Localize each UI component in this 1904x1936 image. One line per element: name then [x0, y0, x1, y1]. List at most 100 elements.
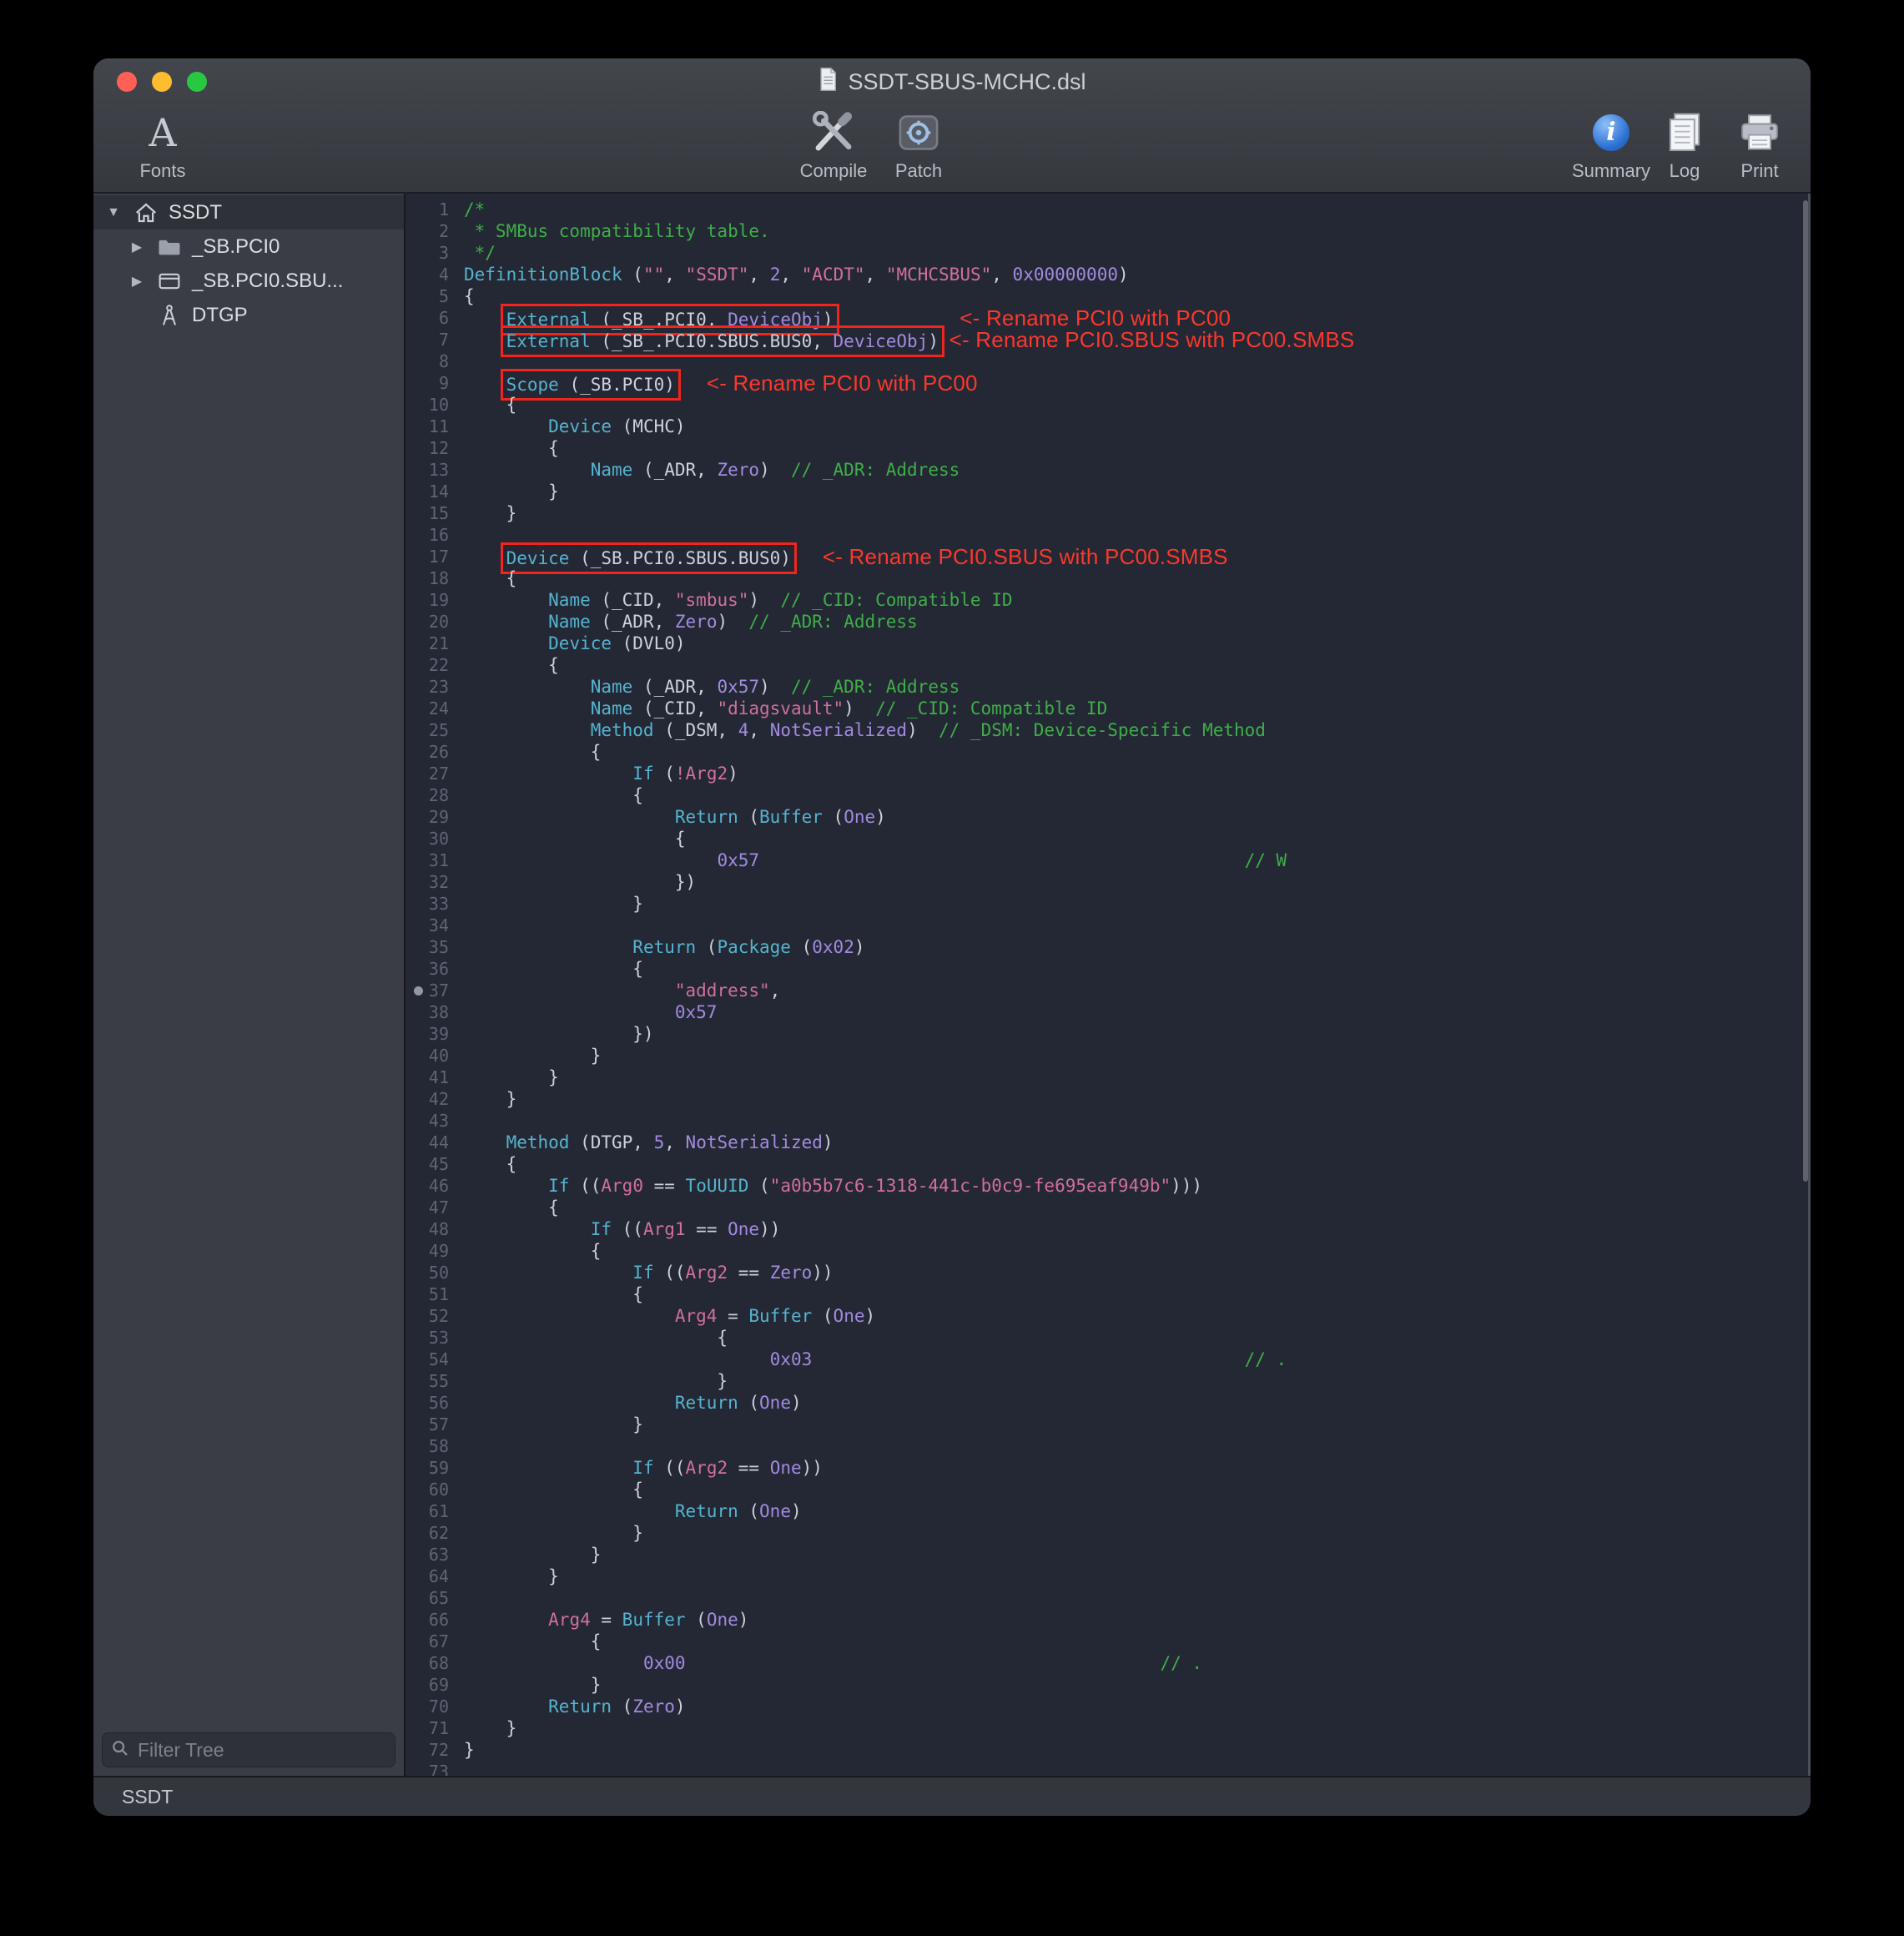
titlebar[interactable]: SSDT-SBUS-MCHC.dsl	[93, 58, 1811, 105]
tree-item--sb-pci0[interactable]: ▶_SB.PCI0	[93, 229, 404, 264]
disclosure-open-icon[interactable]: ▼	[103, 205, 123, 220]
line-marker-dot	[414, 986, 423, 996]
patch-button[interactable]: Patch	[873, 105, 965, 182]
code-token-kw: If	[548, 1176, 569, 1196]
filter-tree-wrap	[93, 1726, 404, 1776]
code-token-pl	[675, 375, 707, 395]
code-token-pl: {	[464, 1154, 516, 1174]
code-token-pl: (DTGP,	[569, 1132, 653, 1152]
compile-button[interactable]: Compile	[788, 105, 879, 182]
code-token-pl: }	[464, 1675, 601, 1695]
fonts-label: Fonts	[139, 160, 185, 182]
code-line-text: "address",	[464, 980, 780, 1001]
code-token-pl: {	[464, 286, 475, 306]
code-token-str: "diagsvault"	[717, 698, 844, 718]
code-line-text: If ((Arg2 == One))	[464, 1457, 823, 1479]
method-icon	[155, 304, 184, 327]
code-token-pl: ==	[686, 1219, 728, 1239]
line-number: 56	[405, 1392, 464, 1414]
line-number: 29	[405, 806, 464, 828]
code-token-pl	[464, 590, 548, 610]
rename-annotation: <- Rename PCI0.SBUS with PC00.SMBS	[949, 327, 1355, 352]
code-token-pl: }	[464, 1414, 643, 1434]
filter-tree-input[interactable]	[136, 1738, 386, 1762]
code-line: 42 }	[405, 1088, 1811, 1110]
filter-tree-field[interactable]	[102, 1732, 395, 1767]
code-token-pl	[464, 1697, 548, 1717]
line-number: 16	[405, 524, 464, 546]
code-line-text: If ((Arg2 == Zero))	[464, 1262, 834, 1283]
code-token-kw: Package	[717, 937, 791, 957]
line-number: 71	[405, 1717, 464, 1739]
code-line-text: }	[464, 1088, 516, 1110]
code-token-pl: (_ADR,	[632, 460, 717, 480]
code-line-text: }	[464, 1370, 728, 1392]
code-line-text: Device (MCHC)	[464, 416, 686, 437]
code-token-pl	[464, 720, 591, 740]
code-token-str: Arg1	[643, 1219, 686, 1239]
code-token-pl: )	[844, 698, 875, 718]
disclosure-closed-icon[interactable]: ▶	[127, 239, 147, 255]
code-line: 29 Return (Buffer (One)	[405, 806, 1811, 828]
code-line: 14 }	[405, 481, 1811, 502]
window-title: SSDT-SBUS-MCHC.dsl	[848, 69, 1085, 95]
code-token-pl: ,	[664, 1132, 685, 1152]
line-number: 1	[405, 199, 464, 220]
code-line: 43	[405, 1110, 1811, 1132]
code-token-num: DeviceObj	[834, 331, 929, 351]
disclosure-closed-icon[interactable]: ▶	[127, 273, 147, 290]
minimize-button[interactable]	[152, 72, 172, 92]
close-button[interactable]	[117, 72, 137, 92]
code-line-text: }	[464, 481, 559, 502]
code-token-pl: ((	[654, 1263, 686, 1283]
code-token-kw: External	[506, 331, 591, 351]
code-line: 50 If ((Arg2 == Zero))	[405, 1262, 1811, 1283]
line-number: 32	[405, 871, 464, 893]
code-token-num: One	[770, 1458, 802, 1478]
line-number: 45	[405, 1153, 464, 1175]
code-token-pl: (MCHC)	[612, 416, 686, 436]
code-token-pl: })	[464, 1024, 654, 1044]
code-token-kw: Return	[675, 1501, 738, 1521]
fonts-button[interactable]: A Fonts	[117, 105, 209, 182]
code-line: 51 {	[405, 1283, 1811, 1305]
code-token-pl: {	[464, 742, 601, 762]
zoom-button[interactable]	[187, 72, 207, 92]
code-token-pl: }	[464, 481, 559, 502]
code-editor[interactable]: 1/*2 * SMBus compatibility table.3 */4De…	[405, 194, 1811, 1776]
code-token-pl: {	[464, 395, 516, 415]
code-line-text: {	[464, 828, 686, 850]
code-line: 65	[405, 1587, 1811, 1609]
code-token-pl	[812, 1349, 1244, 1369]
code-token-pl: {	[464, 1328, 728, 1348]
code-line: 52 Arg4 = Buffer (One)	[405, 1305, 1811, 1327]
printer-icon	[1738, 105, 1781, 160]
scrollbar-thumb[interactable]	[1803, 200, 1808, 1182]
line-number: 13	[405, 459, 464, 481]
print-button[interactable]: Print	[1714, 105, 1806, 182]
tree-item-dtgp[interactable]: DTGP	[93, 298, 404, 332]
code-line: 22 {	[405, 654, 1811, 676]
code-line: 31 0x57 // W	[405, 850, 1811, 871]
code-line: 16	[405, 524, 1811, 546]
code-token-str: Arg2	[686, 1263, 728, 1283]
code-token-com: // .	[1245, 1349, 1287, 1369]
code-token-pl	[464, 1653, 643, 1673]
tree-item-ssdt[interactable]: ▼ SSDT	[93, 195, 404, 229]
code-token-pl: }	[464, 1046, 601, 1066]
code-token-pl	[464, 1458, 632, 1478]
line-number: 57	[405, 1414, 464, 1435]
line-number: 58	[405, 1435, 464, 1457]
code-line: 47 {	[405, 1197, 1811, 1218]
tree-item-label: SSDT	[169, 201, 222, 224]
code-line: 33 }	[405, 893, 1811, 915]
tree-item--sb-pci0-sbu-[interactable]: ▶_SB.PCI0.SBU...	[93, 264, 404, 298]
code-token-num: 0x02	[812, 937, 854, 957]
code-line-text: {	[464, 394, 516, 416]
code-token-pl	[464, 1306, 675, 1326]
code-line-text: {	[464, 741, 601, 763]
code-line: 69 }	[405, 1674, 1811, 1696]
code-token-com: * SMBus compatibility table.	[464, 221, 770, 241]
code-line: 15 }	[405, 502, 1811, 524]
line-number: 22	[405, 654, 464, 676]
